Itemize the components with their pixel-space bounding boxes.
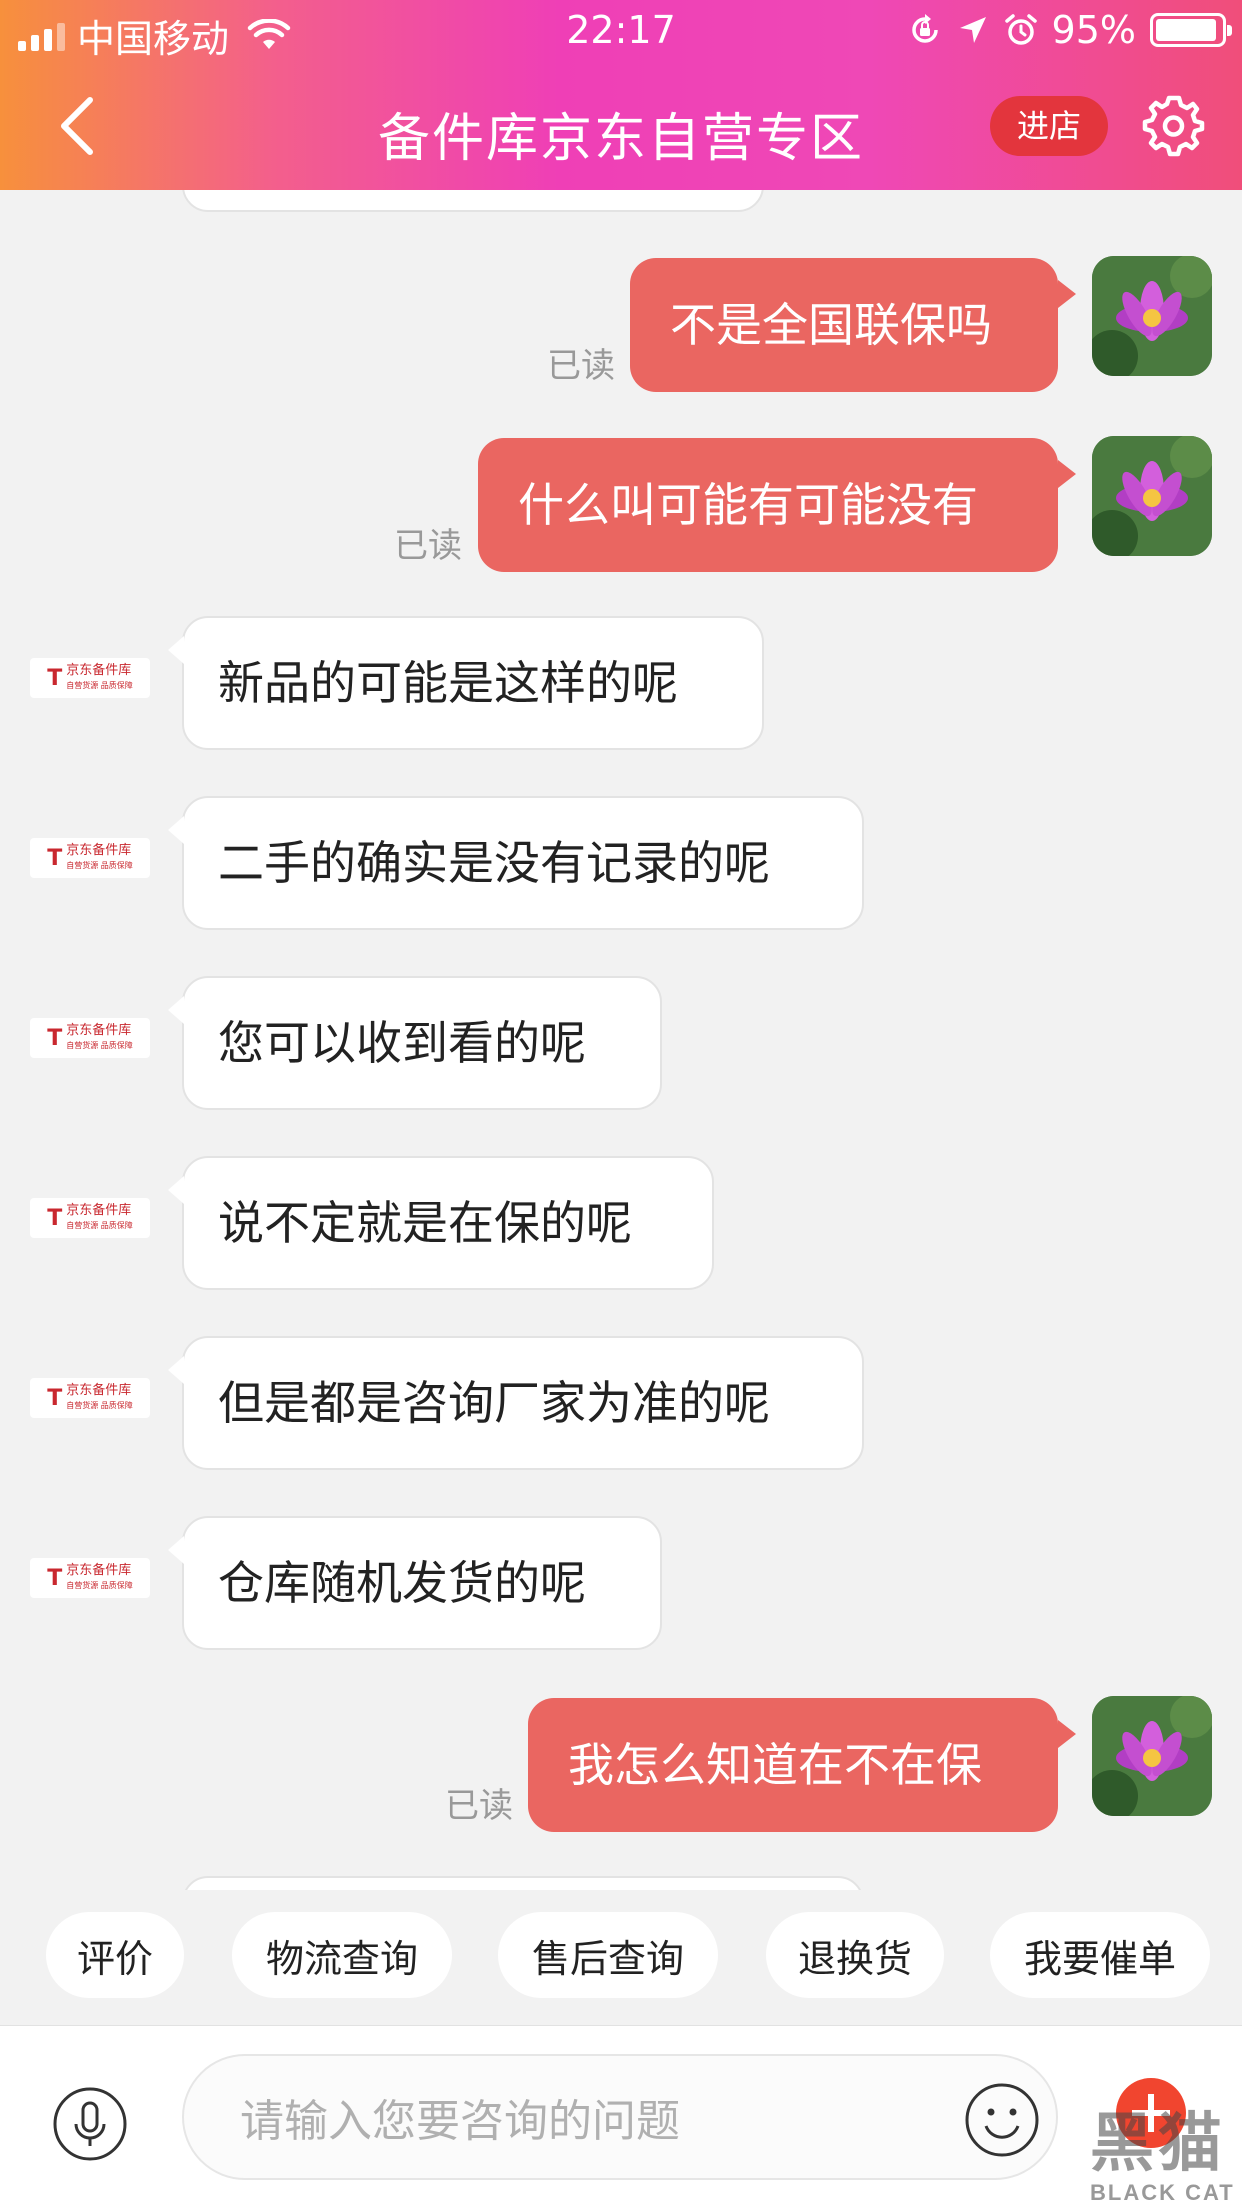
store-avatar[interactable]: T 京东备件库自营货源 品质保障 [30, 1378, 150, 1418]
quick-actions-bar: 评价 物流查询 售后查询 退换货 我要催单 [0, 1890, 1242, 2025]
lotus-image [1092, 436, 1212, 556]
store-avatar[interactable]: T 京东备件库自营货源 品质保障 [30, 1018, 150, 1058]
store-avatar-tagline: 自营货源 品质保障 [66, 1401, 133, 1410]
store-avatar-tagline: 自营货源 品质保障 [66, 861, 133, 870]
quick-action-return[interactable]: 退换货 [766, 1912, 944, 1998]
status-bar: 中国移动 22:17 95% [0, 0, 1242, 62]
user-avatar[interactable] [1092, 256, 1212, 376]
alarm-icon [1004, 14, 1037, 45]
watermark-sub: BLACK CAT [1090, 2180, 1235, 2205]
quick-action-urge[interactable]: 我要催单 [990, 1912, 1210, 1998]
store-avatar-tagline: 自营货源 品质保障 [66, 681, 133, 690]
store-logo-icon: T [47, 1565, 63, 1591]
user-avatar[interactable] [1092, 436, 1212, 556]
settings-gear-icon[interactable] [1140, 92, 1206, 158]
quick-action-logistics[interactable]: 物流查询 [232, 1912, 452, 1998]
input-bar: 请输入您要咨询的问题 [0, 2025, 1242, 2208]
store-logo-icon: T [47, 665, 63, 691]
message-input[interactable]: 请输入您要咨询的问题 [182, 2054, 1058, 2180]
rotation-lock-icon [911, 14, 938, 43]
previous-message-bubble [182, 190, 764, 212]
store-avatar[interactable]: T 京东备件库自营货源 品质保障 [30, 838, 150, 878]
user-message[interactable]: 什么叫可能有可能没有 [478, 438, 1076, 572]
enter-store-button[interactable]: 进店 [990, 96, 1108, 156]
store-avatar-tagline: 自营货源 品质保障 [66, 1221, 133, 1230]
store-avatar-name: 京东备件库 [66, 662, 132, 678]
store-avatar-name: 京东备件库 [66, 1202, 132, 1218]
store-logo-icon: T [47, 1205, 63, 1231]
battery-icon [1150, 13, 1232, 47]
emoji-icon[interactable] [964, 2082, 1040, 2158]
store-message[interactable]: 但是都是咨询厂家为准的呢 [168, 1336, 864, 1470]
read-receipt: 已读 [445, 1786, 513, 1826]
store-avatar[interactable]: T 京东备件库自营货源 品质保障 [30, 1198, 150, 1238]
microphone-icon[interactable] [52, 2086, 128, 2162]
store-avatar-name: 京东备件库 [66, 1382, 132, 1398]
user-message[interactable]: 我怎么知道在不在保 [528, 1698, 1076, 1832]
store-avatar-name: 京东备件库 [66, 1562, 132, 1578]
store-logo-icon: T [47, 1385, 63, 1411]
store-avatar-tagline: 自营货源 品质保障 [66, 1581, 133, 1590]
store-logo-icon: T [47, 845, 63, 871]
store-message[interactable]: 新品的可能是这样的呢 [168, 616, 764, 750]
chat-area[interactable]: 已读 不是全国联保吗 已读 什么叫可能有可能没有 T 京东备件库自营货源 品质保… [0, 190, 1242, 1890]
location-icon [959, 17, 986, 43]
lotus-image [1092, 1696, 1212, 1816]
store-avatar[interactable]: T 京东备件库自营货源 品质保障 [30, 1558, 150, 1598]
watermark-main: 黑猫 [1090, 2107, 1226, 2179]
quick-action-review[interactable]: 评价 [46, 1912, 184, 1998]
read-receipt: 已读 [547, 346, 615, 386]
lotus-image [1092, 256, 1212, 376]
user-avatar[interactable] [1092, 1696, 1212, 1816]
quick-action-after-sales[interactable]: 售后查询 [498, 1912, 718, 1998]
read-receipt: 已读 [394, 526, 462, 566]
header: 中国移动 22:17 95% 备件库京东自营专区 进店 [0, 0, 1242, 190]
nav-bar: 备件库京东自营专区 进店 [0, 62, 1242, 190]
store-avatar-name: 京东备件库 [66, 842, 132, 858]
store-avatar[interactable]: T 京东备件库自营货源 品质保障 [30, 658, 150, 698]
store-avatar-tagline: 自营货源 品质保障 [66, 1041, 133, 1050]
battery-percent: 95% [1051, 8, 1136, 52]
store-message[interactable]: 您可以收到看的呢 [168, 976, 662, 1110]
user-message[interactable]: 不是全国联保吗 [630, 258, 1076, 392]
store-message[interactable]: 仓库随机发货的呢 [168, 1516, 662, 1650]
next-message-bubble [182, 1876, 864, 1890]
store-avatar-name: 京东备件库 [66, 1022, 132, 1038]
store-message[interactable]: 说不定就是在保的呢 [168, 1156, 714, 1290]
store-message[interactable]: 二手的确实是没有记录的呢 [168, 796, 864, 930]
blackcat-watermark: 黑猫 BLACK CAT [1090, 2092, 1235, 2206]
store-logo-icon: T [47, 1025, 63, 1051]
